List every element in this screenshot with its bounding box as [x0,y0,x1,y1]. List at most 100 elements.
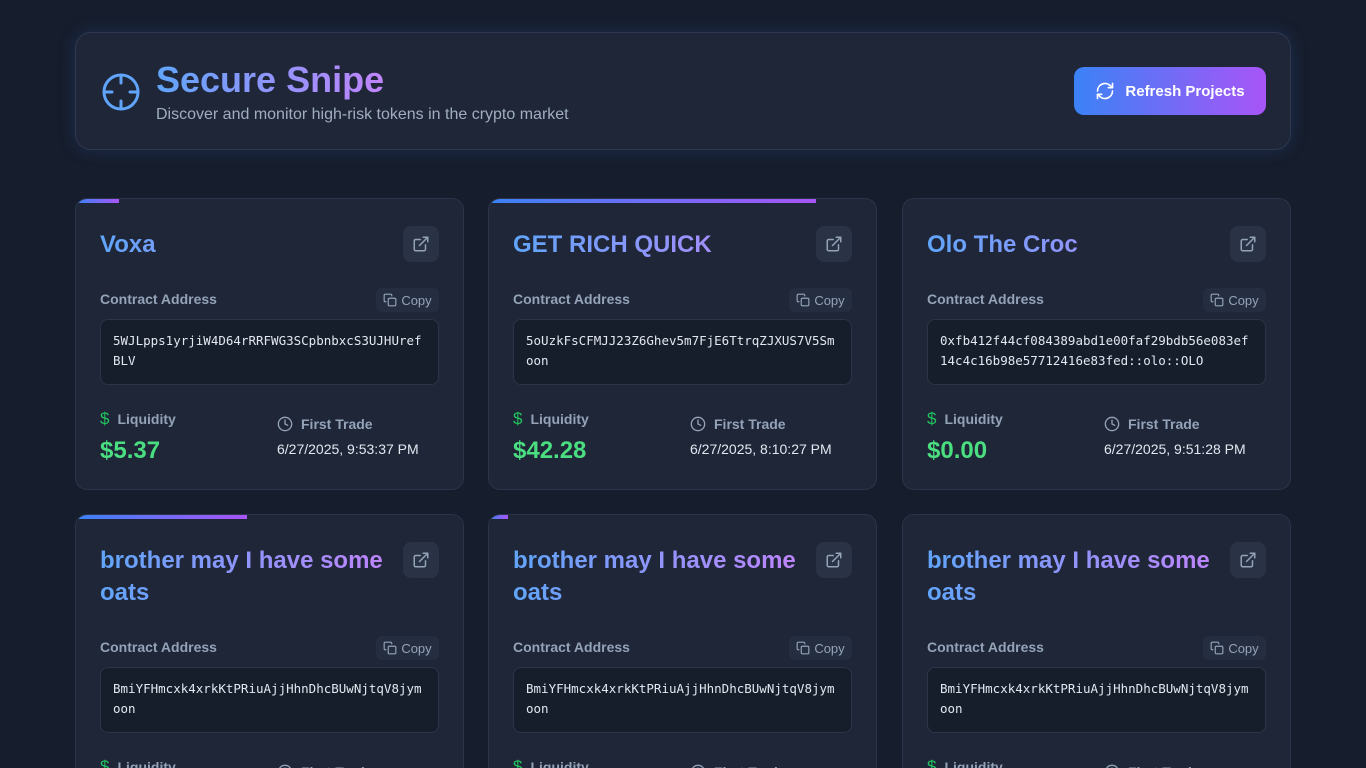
project-card: brother may I have some oats Contract Ad… [902,514,1291,768]
project-name: brother may I have some oats [927,545,1217,609]
first-trade-label: First Trade [301,764,373,768]
project-card: GET RICH QUICK Contract Address Copy 5oU… [488,198,877,490]
contract-address-label: Contract Address [927,639,1044,655]
liquidity-label: Liquidity [944,411,1003,427]
first-trade-label: First Trade [301,416,373,432]
copy-icon [383,641,397,655]
copy-icon [1210,641,1224,655]
dollar-icon: $ [927,757,937,768]
risk-progress-bar [76,515,247,519]
first-trade-label-group: First Trade [1104,764,1200,768]
copy-address-button[interactable]: Copy [789,636,852,660]
project-name: brother may I have some oats [100,545,390,609]
app-subtitle: Discover and monitor high-risk tokens in… [156,106,569,123]
copy-address-button[interactable]: Copy [376,636,439,660]
liquidity-label-group: $ Liquidity [100,757,176,768]
dollar-icon: $ [100,757,110,768]
project-name: Voxa [100,229,390,261]
external-link-icon [825,235,843,253]
open-external-button[interactable] [816,542,852,578]
copy-label: Copy [1228,640,1259,656]
clock-icon [1104,416,1120,432]
first-trade-label: First Trade [714,416,786,432]
dollar-icon: $ [513,409,523,428]
contract-address: BmiYFHmcxk4xrkKtPRiuAjjHhnDhcBUwNjtqV8jy… [927,667,1266,733]
liquidity-label-group: $ Liquidity [100,409,176,429]
first-trade-label-group: First Trade [690,416,786,432]
copy-address-button[interactable]: Copy [789,288,852,312]
first-trade-label: First Trade [1128,764,1200,768]
clock-icon [690,416,706,432]
dollar-icon: $ [100,409,110,428]
open-external-button[interactable] [816,226,852,262]
liquidity-label: Liquidity [117,759,176,768]
app-title: Secure Snipe [156,59,385,100]
project-card: Olo The Croc Contract Address Copy 0xfb4… [902,198,1291,490]
contract-address: BmiYFHmcxk4xrkKtPRiuAjjHhnDhcBUwNjtqV8jy… [513,667,852,733]
open-external-button[interactable] [403,226,439,262]
clock-icon [277,764,293,768]
crosshair-icon [102,73,140,111]
first-trade-label-group: First Trade [277,764,373,768]
open-external-button[interactable] [1230,542,1266,578]
external-link-icon [825,551,843,569]
copy-label: Copy [814,640,845,656]
dollar-icon: $ [927,409,937,428]
project-card: Voxa Contract Address Copy 5WJLpps1yrjiW… [75,198,464,490]
first-trade-label-group: First Trade [690,764,786,768]
first-trade-value: 6/27/2025, 8:10:27 PM [690,441,832,457]
risk-progress-bar [489,199,816,203]
copy-label: Copy [814,292,845,308]
first-trade-label: First Trade [1128,416,1200,432]
dollar-icon: $ [513,757,523,768]
project-card: brother may I have some oats Contract Ad… [75,514,464,768]
risk-progress-bar [489,515,508,519]
first-trade-value: 6/27/2025, 9:53:37 PM [277,441,419,457]
app-header: Secure Snipe Discover and monitor high-r… [75,32,1291,150]
external-link-icon [412,551,430,569]
contract-address-label: Contract Address [927,291,1044,307]
liquidity-value: $0.00 [927,437,988,464]
contract-address-label: Contract Address [513,639,630,655]
copy-label: Copy [401,292,432,308]
liquidity-label: Liquidity [530,411,589,427]
refresh-icon [1097,82,1114,100]
external-link-icon [1239,235,1257,253]
copy-address-button[interactable]: Copy [376,288,439,312]
contract-address: BmiYFHmcxk4xrkKtPRiuAjjHhnDhcBUwNjtqV8jy… [100,667,439,733]
contract-address-label: Contract Address [100,639,217,655]
first-trade-label: First Trade [714,764,786,768]
copy-address-button[interactable]: Copy [1203,636,1266,660]
copy-label: Copy [401,640,432,656]
contract-address: 5oUzkFsCFMJJ23Z6Ghev5m7FjE6TtrqZJXUS7V5S… [513,319,852,385]
clock-icon [277,416,293,432]
liquidity-label-group: $ Liquidity [927,409,1003,429]
risk-progress-bar [76,199,119,203]
liquidity-label-group: $ Liquidity [513,757,589,768]
copy-address-button[interactable]: Copy [1203,288,1266,312]
clock-icon [690,764,706,768]
copy-icon [796,293,810,307]
liquidity-value: $5.37 [100,437,161,464]
refresh-projects-label: Refresh Projects [1125,82,1245,100]
external-link-icon [412,235,430,253]
copy-label: Copy [1228,292,1259,308]
project-name: brother may I have some oats [513,545,803,609]
project-name: Olo The Croc [927,229,1217,261]
open-external-button[interactable] [403,542,439,578]
copy-icon [383,293,397,307]
liquidity-label-group: $ Liquidity [513,409,589,429]
contract-address: 0xfb412f44cf084389abd1e00faf29bdb56e083e… [927,319,1266,385]
external-link-icon [1239,551,1257,569]
liquidity-label-group: $ Liquidity [927,757,1003,768]
project-name: GET RICH QUICK [513,229,803,261]
liquidity-value: $42.28 [513,437,587,464]
first-trade-label-group: First Trade [277,416,373,432]
refresh-projects-button[interactable]: Refresh Projects [1074,67,1266,115]
project-card: brother may I have some oats Contract Ad… [488,514,877,768]
liquidity-label: Liquidity [117,411,176,427]
contract-address-label: Contract Address [100,291,217,307]
open-external-button[interactable] [1230,226,1266,262]
contract-address-label: Contract Address [513,291,630,307]
copy-icon [1210,293,1224,307]
